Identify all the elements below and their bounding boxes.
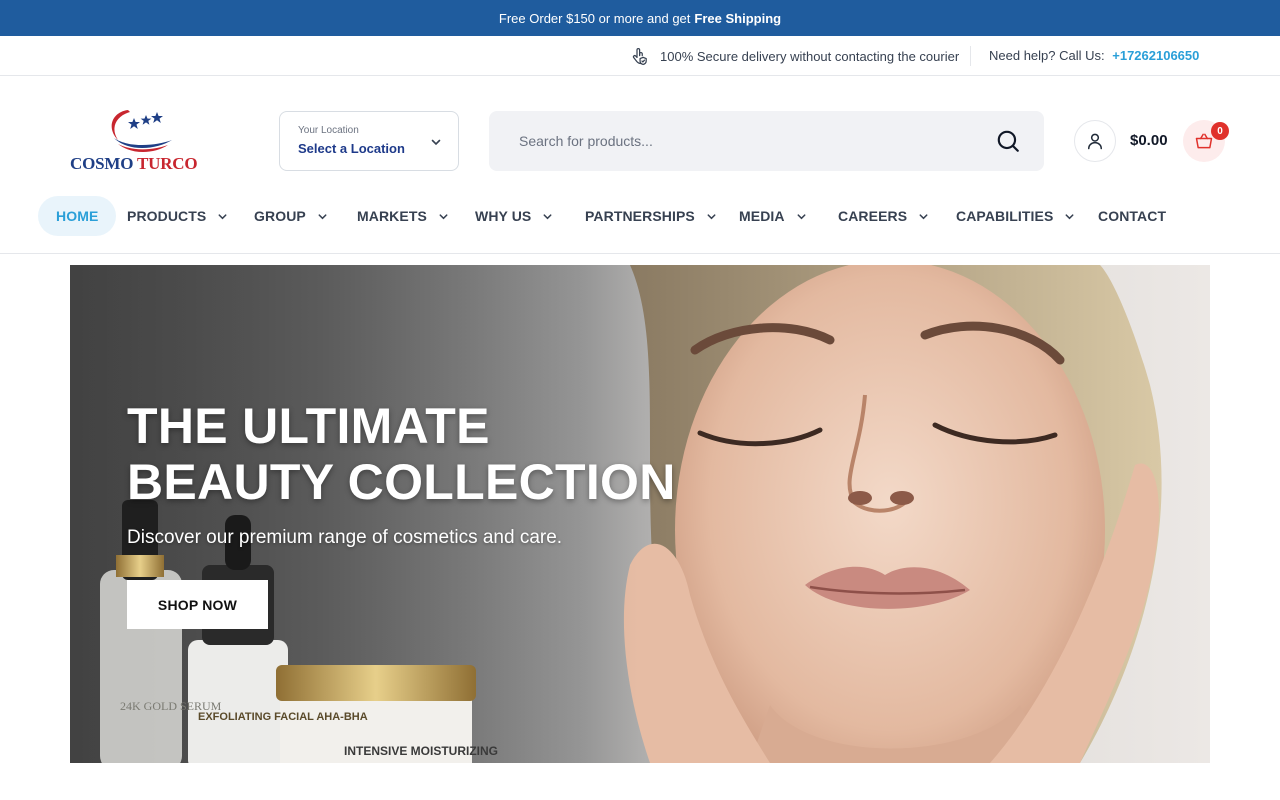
- bottle-label-exfoliating: EXFOLIATING FACIAL AHA-BHA: [198, 711, 368, 723]
- nav-item-home[interactable]: HOME: [38, 196, 117, 236]
- chevron-down-icon: [797, 213, 806, 219]
- search-icon: [997, 130, 1019, 152]
- secure-delivery-note: 100% Secure delivery without contacting …: [630, 46, 959, 67]
- chevron-down-icon: [218, 213, 227, 219]
- chevron-down-icon: [439, 213, 448, 219]
- chevron-down-icon: [1065, 213, 1074, 219]
- logo-wordmark: COSMO TURCO: [70, 154, 198, 173]
- chevron-down-icon: [431, 139, 441, 146]
- hand-shield-icon: [632, 48, 647, 66]
- hero-image: 24K GOLD SERUM EXFOLIATING FACIAL AHA-BH…: [70, 265, 1210, 763]
- nav-item-media[interactable]: MEDIA: [739, 196, 807, 236]
- help-contact: Need help? Call Us: +17262106650: [989, 48, 1199, 63]
- location-value: Select a Location: [298, 141, 405, 156]
- hero-subtitle: Discover our premium range of cosmetics …: [127, 527, 563, 548]
- top-info-bar: 100% Secure delivery without contacting …: [0, 36, 1280, 76]
- nav-item-partnerships[interactable]: PARTNERSHIPS: [585, 196, 717, 236]
- jar-label: INTENSIVE MOISTURIZING: [344, 744, 498, 758]
- chevron-down-icon: [707, 213, 716, 219]
- location-label: Your Location: [298, 125, 359, 136]
- secure-delivery-text: 100% Secure delivery without contacting …: [660, 49, 960, 64]
- nav-item-capabilities[interactable]: CAPABILITIES: [956, 196, 1075, 236]
- hero-banner: 24K GOLD SERUM EXFOLIATING FACIAL AHA-BH…: [70, 265, 1210, 763]
- nav-item-products[interactable]: PRODUCTS: [127, 196, 228, 236]
- main-navigation: HOME PRODUCTS GROUP MARKETS WHY US PARTN…: [0, 192, 1280, 254]
- shop-now-button[interactable]: SHOP NOW: [127, 580, 268, 629]
- announcement-text: Free Order $150 or more and get: [498, 10, 691, 26]
- free-shipping-text: Free Shipping: [694, 10, 782, 26]
- chevron-down-icon: [543, 213, 552, 219]
- search-input[interactable]: [503, 123, 983, 159]
- hero-title: THE ULTIMATE BEAUTY COLLECTION: [127, 398, 676, 510]
- nav-item-careers[interactable]: CAREERS: [838, 196, 929, 236]
- search-button[interactable]: [995, 128, 1021, 154]
- chevron-down-icon: [318, 213, 327, 219]
- account-button[interactable]: [1074, 120, 1116, 162]
- user-icon: [1088, 133, 1102, 150]
- phone-link[interactable]: +17262106650: [1112, 48, 1199, 63]
- cart-total[interactable]: $0.00: [1130, 132, 1168, 149]
- topbar-divider: [970, 46, 971, 66]
- nav-item-contact[interactable]: CONTACT: [1098, 196, 1166, 236]
- search-bar: [489, 111, 1044, 171]
- nav-item-group[interactable]: GROUP: [254, 196, 328, 236]
- location-selector[interactable]: Your Location Select a Location: [279, 111, 459, 171]
- chevron-down-icon: [919, 213, 928, 219]
- brand-logo[interactable]: COSMO TURCO: [56, 104, 218, 178]
- cart-count-badge: 0: [1211, 122, 1229, 140]
- help-label: Need help? Call Us:: [989, 48, 1105, 63]
- announcement-bar: Free Order $150 or more and get Free Shi…: [0, 0, 1280, 36]
- nav-item-markets[interactable]: MARKETS: [357, 196, 449, 236]
- nav-item-why-us[interactable]: WHY US: [475, 196, 553, 236]
